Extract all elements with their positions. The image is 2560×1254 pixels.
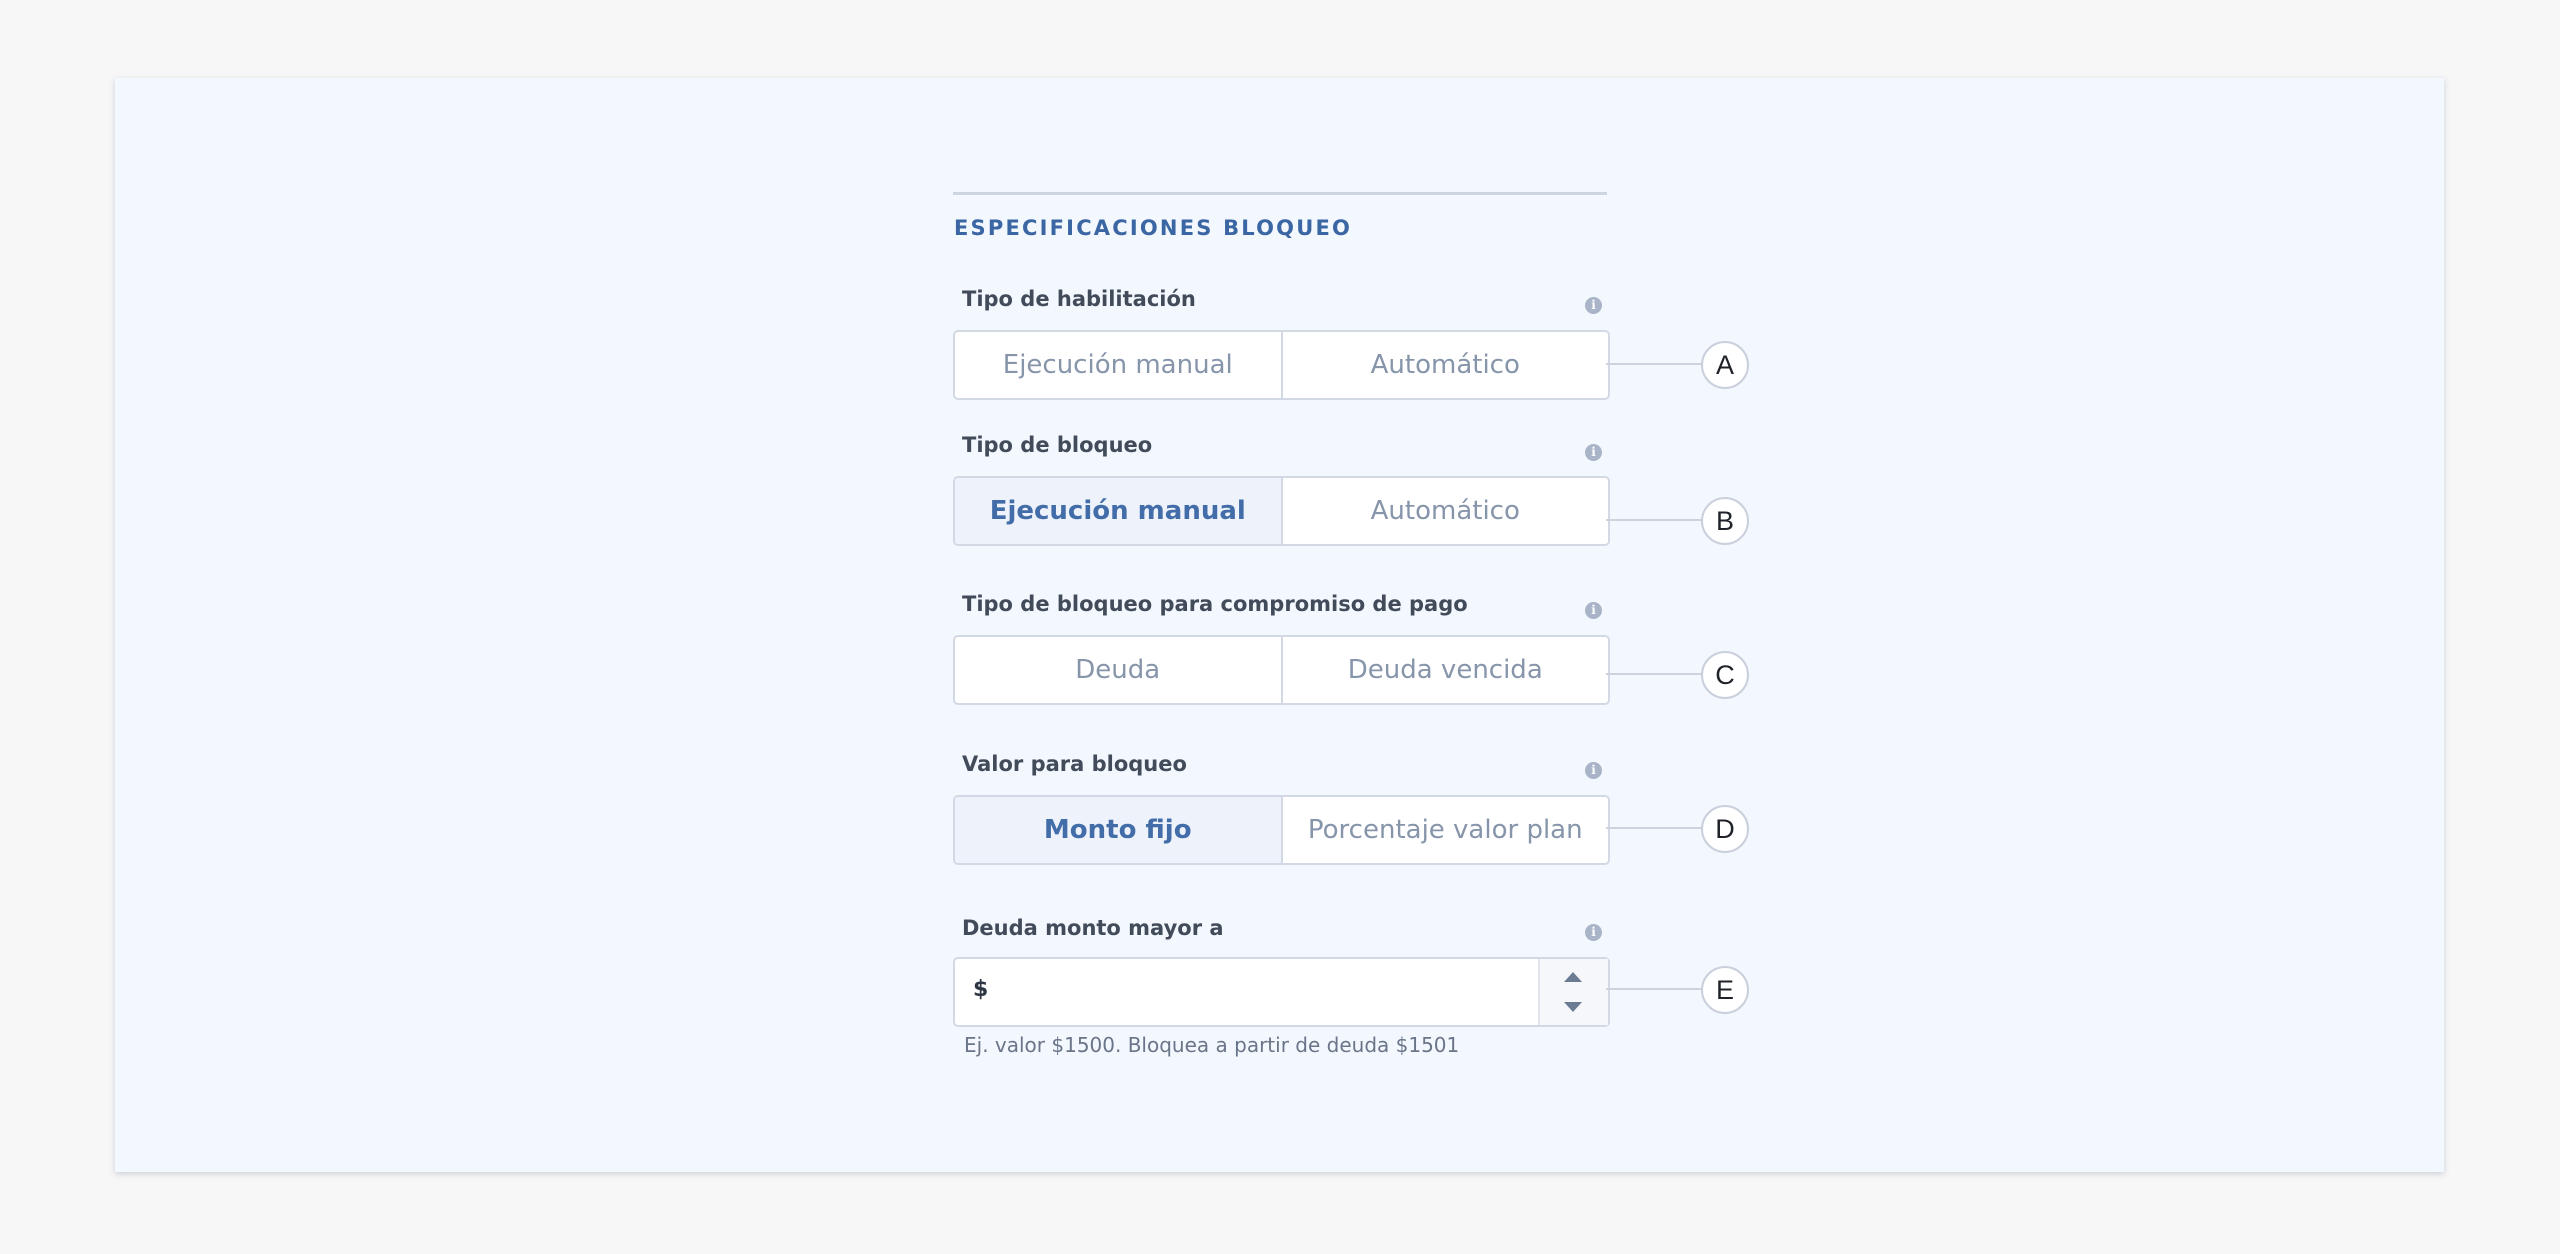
option-ejecucion-manual[interactable]: Ejecución manual [955,332,1281,398]
segmented-tipo-bloqueo-compromiso: Deuda Deuda vencida [953,635,1610,705]
callout-line [1606,519,1702,521]
field-label-deuda-monto: Deuda monto mayor a [962,916,1224,940]
info-icon[interactable]: i [1585,602,1602,619]
segmented-valor-bloqueo: Monto fijo Porcentaje valor plan [953,795,1610,865]
callout-line [1606,827,1702,829]
field-label-tipo-bloqueo: Tipo de bloqueo [962,433,1153,457]
callout-line [1606,363,1702,365]
callout-badge-d: D [1701,805,1749,853]
deuda-monto-input[interactable]: $ [953,957,1610,1027]
info-icon[interactable]: i [1585,924,1602,941]
chevron-up-icon[interactable] [1564,972,1582,982]
option-deuda[interactable]: Deuda [955,637,1281,703]
section-title: ESPECIFICACIONES BLOQUEO [954,216,1353,240]
option-automatico[interactable]: Automático [1280,478,1609,544]
currency-prefix: $ [973,977,989,1002]
helper-text: Ej. valor $1500. Bloquea a partir de deu… [964,1033,1460,1057]
field-label-tipo-bloqueo-compromiso-pago: Tipo de bloqueo para compromiso de pago [962,592,1468,616]
callout-badge-a: A [1701,341,1749,389]
callout-badge-e: E [1701,966,1749,1014]
quantity-stepper[interactable] [1538,959,1608,1025]
segmented-tipo-habilitacion: Ejecución manual Automático [953,330,1610,400]
field-label-valor-bloqueo: Valor para bloqueo [962,752,1187,776]
option-ejecucion-manual[interactable]: Ejecución manual [955,478,1281,544]
callout-badge-c: C [1701,651,1749,699]
option-porcentaje-valor-plan[interactable]: Porcentaje valor plan [1280,797,1609,863]
info-icon[interactable]: i [1585,444,1602,461]
field-label-tipo-habilitacion: Tipo de habilitación [962,287,1196,311]
callout-badge-b: B [1701,497,1749,545]
info-icon[interactable]: i [1585,762,1602,779]
segmented-tipo-bloqueo: Ejecución manual Automático [953,476,1610,546]
info-icon[interactable]: i [1585,297,1602,314]
option-automatico[interactable]: Automático [1280,332,1609,398]
option-deuda-vencida[interactable]: Deuda vencida [1280,637,1609,703]
callout-line [1606,988,1702,990]
chevron-down-icon[interactable] [1564,1002,1582,1012]
option-monto-fijo[interactable]: Monto fijo [955,797,1281,863]
callout-line [1606,673,1702,675]
section-divider [953,192,1607,195]
